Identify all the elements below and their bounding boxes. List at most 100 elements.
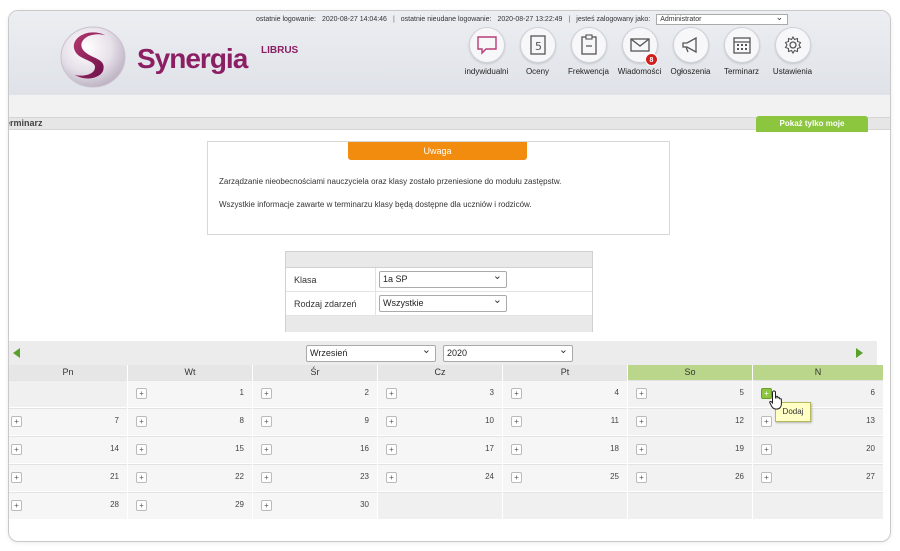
- calendar-day-cell: +14: [9, 436, 127, 464]
- day-number: 16: [360, 444, 369, 453]
- day-number: 5: [739, 388, 744, 397]
- add-event-button[interactable]: +: [636, 472, 647, 483]
- grade-card-icon: 5: [519, 27, 556, 63]
- page-title-bar: erminarz Pokaż tylko moje: [9, 116, 890, 132]
- librus-synergia-logo[interactable]: LIBRUS Synergia: [59, 19, 298, 89]
- calendar-day-cell: +16: [253, 436, 377, 464]
- nav-label: Terminarz: [723, 67, 760, 76]
- nav-label: Wiadomości: [617, 67, 662, 76]
- add-event-button[interactable]: +: [11, 500, 22, 511]
- nav-label: Oceny: [525, 67, 550, 76]
- day-number: 17: [485, 444, 494, 453]
- nav-label: indywidualni: [464, 67, 509, 76]
- calendar-day-cell: +20: [753, 436, 883, 464]
- add-event-button[interactable]: +: [511, 444, 522, 455]
- calendar-day-cell: +22: [128, 464, 252, 492]
- failed-login-value: 2020-08-27 13:22:49: [497, 16, 563, 23]
- nav-item-settings[interactable]: Ustawienia: [767, 27, 818, 76]
- add-event-button[interactable]: +: [136, 416, 147, 427]
- weekday-header: Śr: [253, 365, 377, 380]
- day-number: 26: [735, 472, 744, 481]
- day-number: 13: [866, 416, 875, 425]
- day-number: 3: [489, 388, 494, 397]
- add-event-button[interactable]: +: [761, 472, 772, 483]
- add-event-button[interactable]: +: [136, 500, 147, 511]
- day-number: 29: [235, 500, 244, 509]
- add-event-button[interactable]: +: [136, 388, 147, 399]
- day-number: 4: [614, 388, 619, 397]
- calendar-grid: Pn Wt Śr Cz Pt So N +1 +2 +3 +4 +5 +6 +7 +8 +9 +10 +11 +12…: [9, 365, 883, 520]
- weekday-header: N: [753, 365, 883, 380]
- add-event-button[interactable]: +: [136, 444, 147, 455]
- calendar-day-cell: +27: [753, 464, 883, 492]
- day-number: 11: [610, 416, 619, 425]
- add-event-button[interactable]: +: [261, 500, 272, 511]
- day-number: 27: [866, 472, 875, 481]
- header: ostatnie logowanie: 2020-08-27 14:04:46 …: [9, 11, 890, 95]
- add-event-button[interactable]: +: [386, 388, 397, 399]
- add-event-button[interactable]: +: [636, 416, 647, 427]
- day-number: 28: [110, 500, 119, 509]
- calendar-day-cell: +15: [128, 436, 252, 464]
- add-event-button[interactable]: +: [261, 472, 272, 483]
- day-number: 23: [360, 472, 369, 481]
- add-event-button[interactable]: +: [511, 472, 522, 483]
- nav-item-individual[interactable]: indywidualni: [461, 27, 512, 76]
- filter-panel-footer: [286, 316, 592, 332]
- add-event-button[interactable]: +: [511, 388, 522, 399]
- nav-item-attendance[interactable]: Frekwencja: [563, 27, 614, 76]
- next-month-arrow-icon[interactable]: [856, 348, 863, 358]
- separator: |: [392, 16, 395, 23]
- day-number: 2: [364, 388, 369, 397]
- separator: |: [568, 16, 571, 23]
- calendar-day-cell: +25: [503, 464, 627, 492]
- add-event-button[interactable]: +: [261, 444, 272, 455]
- main-nav: indywidualni 5 Oceny Frekwencja 8 Wiadom: [461, 27, 818, 76]
- day-number: 9: [364, 416, 369, 425]
- add-event-button[interactable]: +: [761, 416, 772, 427]
- year-select[interactable]: 2020: [443, 343, 573, 362]
- hand-pointer-cursor-icon: [769, 390, 782, 410]
- add-event-button[interactable]: +: [636, 388, 647, 399]
- subnav-bar: [9, 95, 890, 117]
- add-event-button[interactable]: +: [11, 444, 22, 455]
- class-select[interactable]: 1a SP: [379, 269, 507, 288]
- day-number: 12: [735, 416, 744, 425]
- day-number: 20: [866, 444, 875, 453]
- calendar-day-cell: +13: [753, 408, 883, 436]
- show-mine-only-button[interactable]: Pokaż tylko moje: [756, 116, 868, 132]
- nav-item-announcements[interactable]: Ogłoszenia: [665, 27, 716, 76]
- add-event-button[interactable]: +: [386, 416, 397, 427]
- day-number: 1: [239, 388, 244, 397]
- add-event-button[interactable]: +: [386, 444, 397, 455]
- nav-item-messages[interactable]: 8 Wiadomości: [614, 27, 665, 76]
- add-event-button[interactable]: +: [511, 416, 522, 427]
- nav-item-grades[interactable]: 5 Oceny: [512, 27, 563, 76]
- add-event-button[interactable]: +: [11, 416, 22, 427]
- previous-month-arrow-icon[interactable]: [13, 348, 20, 358]
- weekday-header: So: [628, 365, 752, 380]
- event-type-select[interactable]: Wszystkie: [379, 293, 507, 312]
- add-event-button[interactable]: +: [261, 416, 272, 427]
- notice-text: Wszystkie informacje zawarte w terminarz…: [219, 200, 532, 209]
- calendar-filter-panel: Klasa 1a SP Rodzaj zdarzeń Wszystkie: [285, 251, 593, 332]
- month-select[interactable]: Wrzesień: [306, 343, 436, 362]
- calendar-day-cell: +7: [9, 408, 127, 436]
- nav-item-calendar[interactable]: Terminarz: [716, 27, 767, 76]
- add-event-button[interactable]: +: [761, 444, 772, 455]
- weekday-header: Pt: [503, 365, 627, 380]
- add-event-button[interactable]: +: [261, 388, 272, 399]
- role-select[interactable]: Administrator: [656, 13, 789, 25]
- add-event-button[interactable]: +: [386, 472, 397, 483]
- calendar-navigation: Wrzesień 2020: [9, 341, 877, 365]
- calendar-day-cell: +21: [9, 464, 127, 492]
- nav-label: Ustawienia: [772, 67, 813, 76]
- nav-label: Ogłoszenia: [670, 67, 711, 76]
- calendar-day-cell: +5: [628, 380, 752, 408]
- add-event-button[interactable]: +: [636, 444, 647, 455]
- add-event-button[interactable]: +: [136, 472, 147, 483]
- day-number: 25: [610, 472, 619, 481]
- svg-text:5: 5: [535, 40, 542, 53]
- add-event-button[interactable]: +: [11, 472, 22, 483]
- megaphone-icon: [672, 27, 709, 63]
